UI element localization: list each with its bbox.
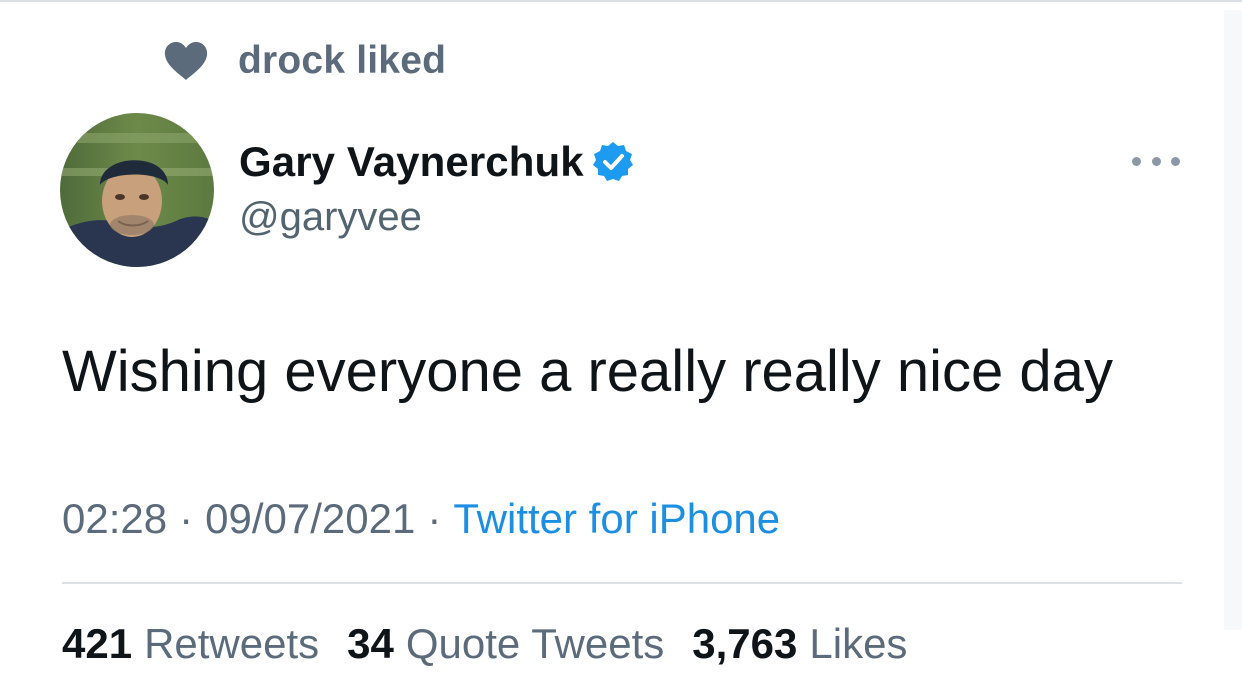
more-options-icon[interactable] <box>1132 150 1180 172</box>
quote-tweets-stat[interactable]: 34 Quote Tweets <box>347 620 664 668</box>
retweets-label: Retweets <box>144 620 320 667</box>
top-border <box>0 0 1242 2</box>
tweet-source-link[interactable]: Twitter for iPhone <box>453 495 780 543</box>
tweet-date[interactable]: 09/07/2021 <box>205 495 415 543</box>
social-context-text: drock liked <box>238 39 447 82</box>
quote-tweets-label: Quote Tweets <box>405 620 665 667</box>
avatar-photo <box>60 113 214 267</box>
likes-stat[interactable]: 3,763 Likes <box>692 620 907 668</box>
more-dot <box>1171 156 1180 166</box>
scroll-track <box>1224 10 1242 630</box>
tweet-text: Wishing everyone a really really nice da… <box>62 339 1113 404</box>
tweet-meta: 02:28 · 09/07/2021 · Twitter for iPhone <box>62 495 780 543</box>
tweet-time[interactable]: 02:28 <box>62 495 167 543</box>
avatar[interactable] <box>60 113 214 267</box>
more-dot <box>1132 156 1141 166</box>
tweet-stats: 421 Retweets 34 Quote Tweets 3,763 Likes <box>62 620 935 668</box>
retweets-stat[interactable]: 421 Retweets <box>62 620 319 668</box>
likes-label: Likes <box>809 620 908 667</box>
divider <box>62 582 1182 584</box>
author-name[interactable]: Gary Vaynerchuk <box>239 138 584 186</box>
social-context[interactable]: drock liked <box>163 38 446 84</box>
heart-icon <box>164 42 208 80</box>
quote-tweets-count: 34 <box>347 620 394 667</box>
more-dot <box>1151 156 1161 166</box>
meta-separator: · <box>179 495 194 542</box>
author-name-row[interactable]: Gary Vaynerchuk <box>239 138 634 186</box>
author-handle[interactable]: @garyvee <box>239 195 422 240</box>
verified-badge-icon <box>592 142 633 181</box>
likes-count: 3,763 <box>692 620 798 667</box>
retweets-count: 421 <box>62 620 133 667</box>
meta-separator: · <box>427 495 442 542</box>
